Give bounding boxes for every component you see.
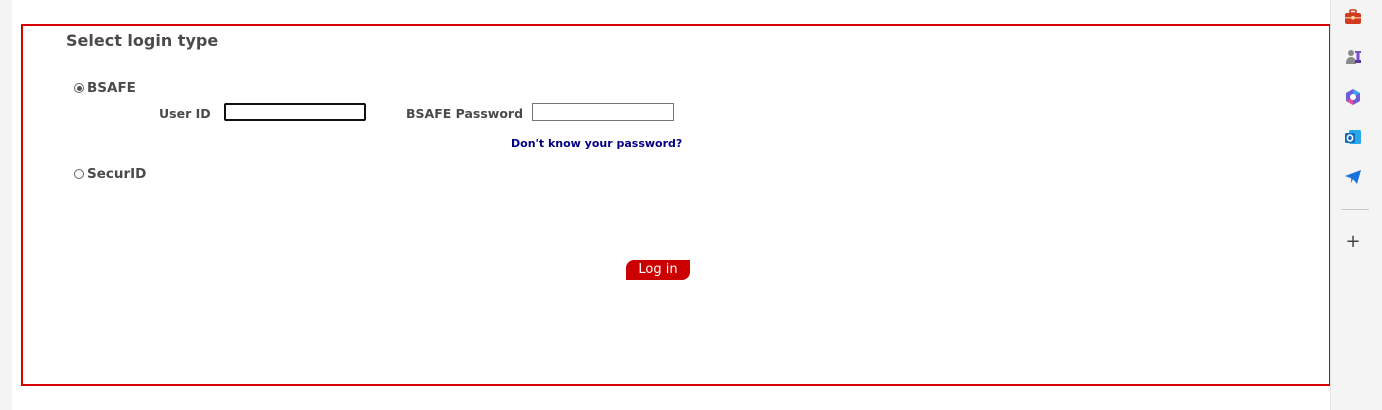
page-title: Select login type	[66, 31, 219, 50]
radio-option-bsafe[interactable]: BSAFE	[74, 80, 136, 96]
bsafe-radio-button[interactable]	[74, 83, 84, 93]
add-icon[interactable]: +	[1344, 231, 1362, 252]
outlook-icon[interactable]	[1344, 128, 1362, 146]
password-label: BSAFE Password	[406, 106, 524, 121]
login-button[interactable]: Log in	[626, 260, 690, 280]
user-id-label: User ID	[159, 106, 211, 121]
copilot-icon[interactable]	[1344, 88, 1362, 106]
radio-option-securid[interactable]: SecurID	[74, 166, 146, 182]
login-panel: Select login type BSAFE User ID BSAFE Pa…	[21, 24, 1331, 386]
browser-sidebar: +	[1330, 0, 1382, 410]
securid-radio-button[interactable]	[74, 169, 84, 179]
telegram-icon[interactable]	[1344, 168, 1362, 186]
chess-icon[interactable]	[1344, 48, 1362, 66]
user-id-input[interactable]	[224, 103, 366, 121]
forgot-password-link[interactable]: Don't know your password?	[511, 137, 682, 150]
password-input[interactable]	[532, 103, 674, 121]
sidebar-divider	[1341, 209, 1369, 210]
toolbox-icon[interactable]	[1344, 8, 1362, 26]
securid-radio-label: SecurID	[87, 166, 147, 182]
bsafe-radio-label: BSAFE	[87, 80, 136, 96]
